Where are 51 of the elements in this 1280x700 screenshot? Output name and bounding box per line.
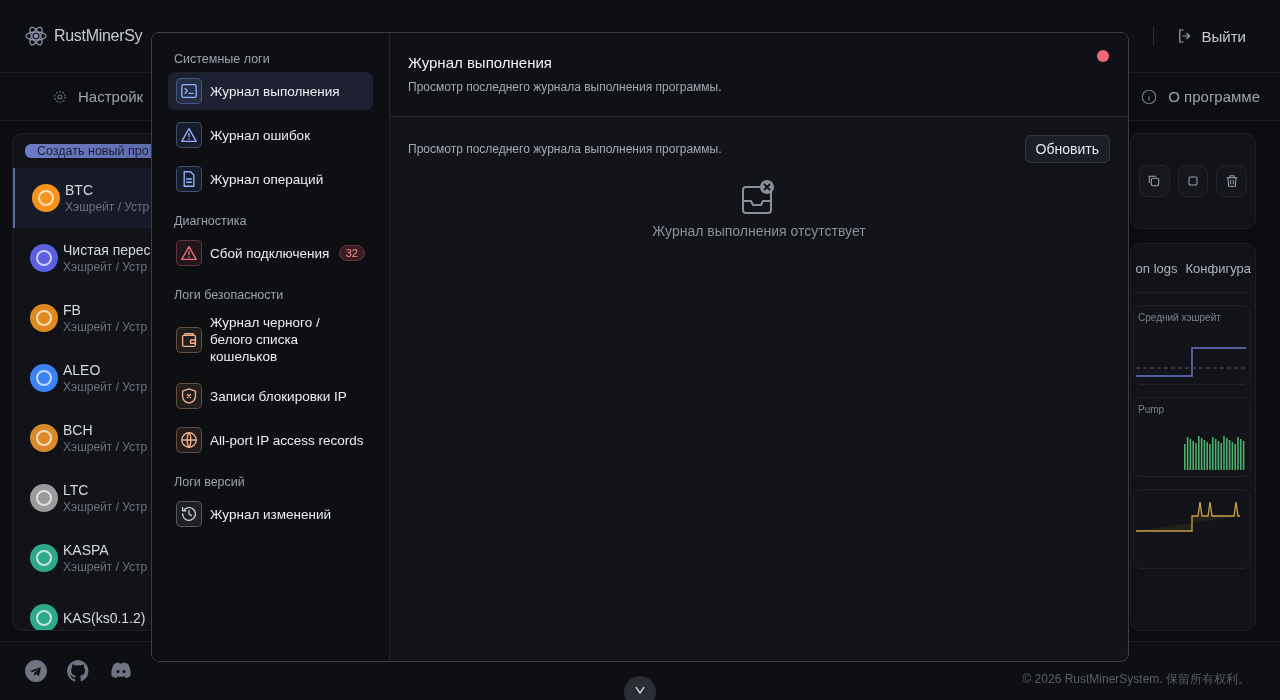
section-heading: Логи версий: [174, 475, 246, 489]
log-description: Просмотр последнего журнала выполнения программы.: [408, 142, 722, 156]
chart-legend: Средний хэшрейт: [1138, 312, 1221, 323]
empty-inbox-icon: [741, 179, 777, 215]
log-menu-item[interactable]: Сбой подключения 32: [168, 234, 373, 272]
section-heading: Диагностика: [174, 214, 248, 228]
pool-name: FB: [63, 302, 82, 318]
app-brand: RustMinerSy: [54, 27, 143, 45]
log-menu-item[interactable]: Записи блокировки IP: [168, 377, 373, 415]
empty-state-text: Журнал выполнения отсутствует: [652, 223, 866, 239]
pool-name: BCH: [63, 422, 94, 438]
bar-sparkline-drawing: [1184, 434, 1246, 470]
pool-name: BTC: [65, 182, 94, 198]
log-menu-item[interactable]: All-port IP access records: [168, 421, 373, 459]
pool-subtitle: Хэшрейт / Устр: [63, 440, 148, 454]
section-heading: Логи безопасности: [174, 288, 285, 302]
pool-name: ALEO: [63, 362, 102, 378]
pool-subtitle: Хэшрейт / Устр: [63, 560, 148, 574]
pool-name: KAS(ks0.1.2): [63, 610, 146, 626]
pool-subtitle: Хэшрейт / Устр: [63, 500, 148, 514]
pool-item[interactable]: KAS(ks0.1.2): [13, 588, 253, 630]
pool-name: LTC: [63, 482, 90, 498]
settings-button[interactable]: Настройк: [46, 87, 150, 106]
stop-icon[interactable]: [1177, 165, 1209, 197]
log-menu-item[interactable]: Журнал выполнения: [168, 72, 373, 110]
chart-legend: Pump: [1138, 404, 1165, 415]
copyright-text: © 2026 RustMinerSystem. 保留所有权利。: [1022, 670, 1250, 688]
close-button[interactable]: [1097, 50, 1109, 62]
pool-name: KASPA: [63, 542, 110, 558]
detail-tab[interactable]: Конфигура: [1185, 260, 1251, 276]
about-button[interactable]: О программе: [1134, 86, 1266, 107]
count-badge: 32: [338, 245, 365, 261]
logout-button[interactable]: Выйти: [1152, 26, 1252, 46]
pool-subtitle: Хэшрейт / Устр: [63, 380, 148, 394]
atom-logo-icon: [24, 24, 48, 48]
settings-icon: [52, 88, 68, 105]
section-heading: Системные логи: [174, 52, 271, 66]
dialog-subtitle: Просмотр последнего журнала выполнения программы.: [408, 80, 722, 94]
pool-subtitle: Хэшрейт / Устр: [63, 260, 149, 274]
pool-subtitle: Хэшрейт / Устр: [65, 200, 150, 214]
copy-icon[interactable]: [1139, 165, 1170, 197]
detail-tab[interactable]: on logs: [1135, 260, 1178, 276]
pool-name: Чистая перес: [63, 242, 151, 258]
dialog-title: Журнал выполнения: [408, 54, 552, 71]
info-icon: [1140, 87, 1159, 106]
log-menu-item[interactable]: Журнал черного / белого списка кошельков: [168, 308, 373, 371]
github-icon[interactable]: [66, 659, 90, 683]
refresh-button[interactable]: Обновить: [1024, 135, 1110, 163]
telegram-icon[interactable]: [24, 659, 48, 683]
trash-icon[interactable]: [1216, 165, 1247, 197]
pool-subtitle: Хэшрейт / Устр: [63, 320, 148, 334]
